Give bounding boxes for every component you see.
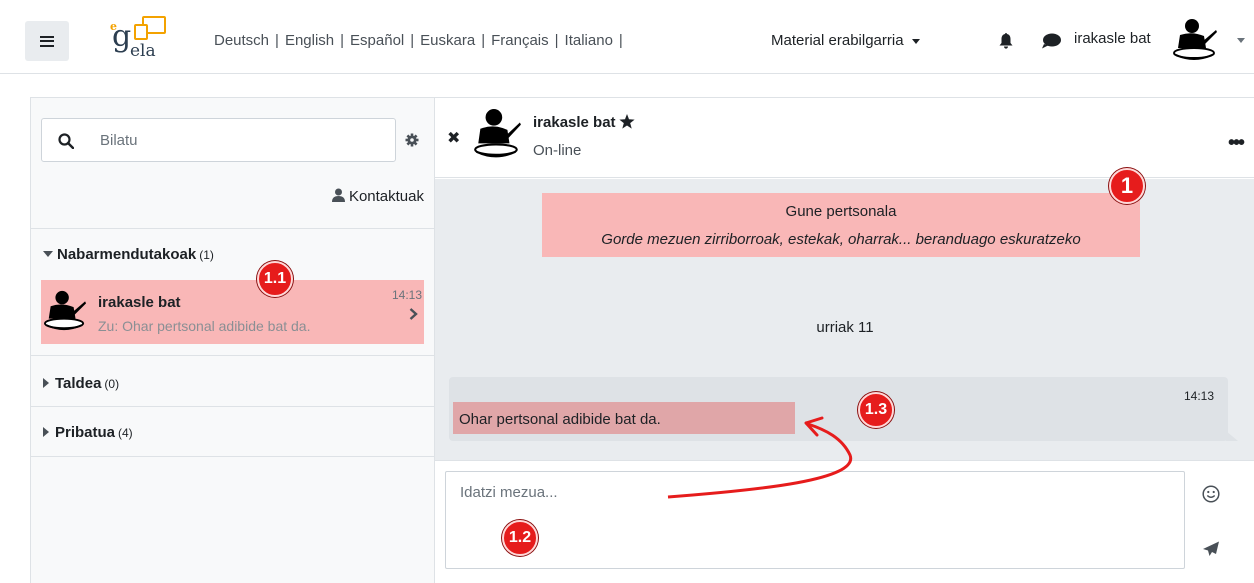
conversation-list-panel: Kontaktuak Nabarmendutakoak(1) irakasle … bbox=[31, 98, 435, 583]
user-icon bbox=[331, 188, 345, 202]
user-menu-name[interactable]: irakasle bat bbox=[1074, 30, 1151, 47]
callout-badge-1-3: 1.3 bbox=[858, 392, 894, 428]
top-navbar: e g ela Deutsch | English | Español | Euskara |… bbox=[0, 0, 1254, 74]
section-group-toggle[interactable]: Taldea (0) bbox=[43, 375, 119, 392]
divider bbox=[31, 228, 434, 229]
contact-status: On-line bbox=[533, 142, 582, 159]
lang-espanol-link[interactable]: Español bbox=[350, 32, 404, 49]
chevron-right-icon bbox=[409, 308, 418, 320]
lang-italiano-link[interactable]: Italiano bbox=[565, 32, 613, 49]
divider bbox=[31, 355, 434, 356]
lang-francais-link[interactable]: Français bbox=[491, 32, 549, 49]
egela-logo[interactable]: e g ela bbox=[106, 14, 186, 64]
message-bubble[interactable]: 14:13 Ohar pertsonal adibide bat da. bbox=[449, 377, 1238, 441]
conversation-time: 14:13 bbox=[391, 288, 422, 302]
self-conversation-info: Gune pertsonala Gorde mezuen zirriborroa… bbox=[542, 193, 1140, 257]
more-options-icon[interactable]: ••• bbox=[1228, 132, 1245, 155]
hamburger-icon bbox=[40, 35, 54, 47]
send-icon[interactable] bbox=[1202, 541, 1220, 557]
section-starred-toggle[interactable]: Nabarmendutakoak (1) bbox=[43, 246, 214, 263]
user-menu-caret-icon[interactable] bbox=[1237, 38, 1245, 43]
language-menu: Deutsch | English | Español | Euskara | Français… bbox=[214, 32, 623, 49]
contact-avatar bbox=[43, 290, 87, 331]
lang-euskara-link[interactable]: Euskara bbox=[420, 32, 475, 49]
conversation-preview: Zu: Ohar pertsonal adibide bat da. bbox=[98, 318, 311, 334]
lang-english-link[interactable]: English bbox=[285, 32, 334, 49]
contact-name[interactable]: irakasle bat bbox=[533, 114, 635, 131]
material-dropdown[interactable]: Material erabilgarria bbox=[771, 32, 920, 49]
close-icon[interactable]: ✖ bbox=[447, 128, 460, 148]
conversation-item[interactable]: irakasle bat 14:13 Zu: Ohar pertsonal ad… bbox=[41, 280, 424, 344]
self-conversation-title: Gune pertsonala bbox=[785, 203, 897, 220]
contacts-label: Kontaktuak bbox=[348, 188, 424, 205]
conversation-name: irakasle bat bbox=[98, 294, 181, 311]
divider bbox=[31, 456, 434, 457]
section-private-toggle[interactable]: Pribatua (4) bbox=[43, 424, 133, 441]
menu-toggle-button[interactable] bbox=[25, 21, 69, 61]
caret-down-icon bbox=[43, 251, 53, 257]
star-icon bbox=[618, 114, 635, 129]
lang-deutsch-link[interactable]: Deutsch bbox=[214, 32, 269, 49]
bell-icon[interactable] bbox=[999, 33, 1013, 49]
message-text: Ohar pertsonal adibide bat da. bbox=[453, 402, 795, 434]
gear-icon[interactable] bbox=[405, 133, 419, 147]
search-input[interactable] bbox=[100, 119, 380, 161]
chat-bubble-icon[interactable] bbox=[1041, 33, 1061, 49]
callout-badge-1: 1 bbox=[1109, 168, 1145, 204]
search-icon bbox=[58, 133, 74, 149]
user-avatar[interactable] bbox=[1172, 18, 1218, 62]
message-composer bbox=[435, 460, 1254, 583]
messaging-drawer: Kontaktuak Nabarmendutakoak(1) irakasle … bbox=[30, 97, 1254, 583]
material-dropdown-label: Material erabilgarria bbox=[771, 32, 904, 49]
callout-badge-1-1: 1.1 bbox=[257, 261, 293, 297]
self-conversation-subtitle: Gorde mezuen zirriborroak, estekak, ohar… bbox=[601, 231, 1081, 248]
caret-right-icon bbox=[43, 378, 49, 388]
conversation-messages: Gune pertsonala Gorde mezuen zirriborroa… bbox=[435, 179, 1254, 460]
search-box[interactable] bbox=[41, 118, 396, 162]
message-time: 14:13 bbox=[1183, 389, 1214, 403]
contact-avatar[interactable] bbox=[473, 108, 521, 160]
message-input[interactable] bbox=[445, 471, 1185, 569]
callout-badge-1-2: 1.2 bbox=[502, 520, 538, 556]
message-date: urriak 11 bbox=[816, 319, 874, 336]
caret-down-icon bbox=[911, 38, 920, 44]
caret-right-icon bbox=[43, 427, 49, 437]
conversation-header: ✖ irakasle bat On-line ••• bbox=[435, 98, 1254, 178]
contacts-link[interactable]: Kontaktuak bbox=[331, 188, 424, 205]
emoji-icon[interactable] bbox=[1202, 485, 1220, 503]
divider bbox=[31, 406, 434, 407]
